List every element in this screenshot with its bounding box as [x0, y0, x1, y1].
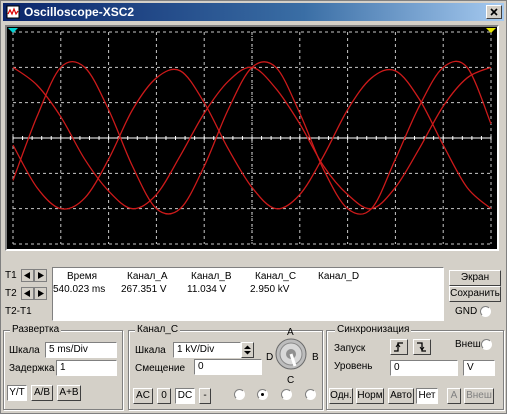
readout-value-time: 540.023 ms	[53, 284, 106, 295]
close-button[interactable]	[486, 5, 502, 19]
external-trigger-label: Внеш	[455, 339, 481, 350]
channel-selector-knob[interactable]	[274, 337, 308, 371]
cursor-t1-marker	[8, 28, 18, 33]
cursor-t2: T2	[3, 287, 50, 301]
knob-label-c: C	[287, 375, 295, 386]
reverse-button[interactable]: Экран	[449, 270, 501, 286]
coupling-ac-button[interactable]: AC	[133, 388, 153, 404]
channel-title: Канал_C	[135, 324, 181, 335]
trigger-single-button[interactable]: Одн.	[329, 388, 353, 404]
readout-header-channel-a: Канал_A	[127, 271, 168, 282]
trigger-normal-button[interactable]: Норм	[356, 388, 384, 404]
cursor-t2-t1-label: T2-T1	[5, 306, 32, 317]
timebase-scale-field[interactable]: 5 ms/Div	[45, 342, 117, 358]
external-trigger-terminal[interactable]	[481, 339, 492, 350]
timebase-scale-label: Шкала	[9, 345, 40, 356]
readout-value-channel-a: 267.351 V	[121, 284, 167, 295]
timebase-group: Развертка Шкала 5 ms/Div Задержка 1 Y/T …	[3, 324, 123, 410]
trigger-edge-label: Запуск	[334, 343, 366, 354]
rising-edge-icon	[394, 342, 403, 352]
title-bar[interactable]: Oscilloscope-XSC2	[3, 3, 504, 21]
window-title: Oscilloscope-XSC2	[24, 5, 135, 19]
channel-offset-field[interactable]: 0	[194, 359, 262, 375]
trigger-source-external-button[interactable]: Внеш	[464, 388, 494, 404]
trigger-group: Синхронизация Запуск Внеш Уровень 0 V Од…	[326, 324, 504, 410]
trigger-level-field[interactable]: 0	[390, 360, 458, 376]
mode-yt-button[interactable]: Y/T	[7, 385, 27, 401]
timebase-delay-field[interactable]: 1	[56, 360, 117, 376]
coupling-dc-button[interactable]: DC	[175, 388, 195, 404]
cursor-t1: T1	[3, 269, 50, 283]
knob-label-b: B	[312, 352, 319, 363]
channel-offset-label: Смещение	[135, 363, 186, 374]
timebase-delay-label: Задержка	[9, 363, 55, 374]
coupling-zero-button[interactable]: 0	[157, 388, 171, 404]
knob-label-d: D	[266, 352, 274, 363]
readout-header-channel-d: Канал_D	[318, 271, 360, 282]
channel-group: Канал_C Шкала 1 kV/Div Смещение 0 AC 0 D…	[128, 324, 323, 410]
falling-edge-icon	[417, 342, 426, 352]
channel-scale-label: Шкала	[135, 345, 166, 356]
cursor-t2-arrows[interactable]	[21, 287, 47, 300]
arrow-down-icon	[244, 351, 251, 355]
oscilloscope-icon	[6, 5, 20, 19]
cursor-t1-label: T1	[5, 270, 17, 281]
trigger-source-a-button[interactable]: A	[447, 388, 461, 404]
channel-scale-field[interactable]: 1 kV/Div	[173, 342, 241, 358]
trigger-title: Синхронизация	[335, 324, 412, 335]
trigger-auto-button[interactable]: Авто	[388, 388, 414, 404]
save-button[interactable]: Сохранить	[449, 286, 501, 302]
readout-value-channel-b: 11.034 V	[187, 284, 227, 295]
timebase-title: Развертка	[10, 324, 62, 335]
mode-ab-button[interactable]: A/B	[31, 385, 53, 401]
falling-edge-button[interactable]	[413, 339, 431, 355]
channel-c-indicator[interactable]	[281, 389, 292, 400]
channel-scale-spinner[interactable]	[241, 342, 254, 358]
gnd-label: GND	[455, 306, 478, 317]
readout-header-channel-b: Канал_B	[191, 271, 232, 282]
oscilloscope-window: Oscilloscope-XSC2 T1 T2 T2-T1 Время Кана…	[0, 0, 507, 414]
close-icon	[490, 8, 498, 16]
readout-value-channel-c: 2.950 kV	[250, 284, 290, 295]
channel-b-indicator[interactable]	[257, 389, 268, 400]
rising-edge-button[interactable]	[390, 339, 408, 355]
trigger-level-label: Уровень	[334, 361, 373, 372]
readout-header-channel-c: Канал_C	[255, 271, 297, 282]
readout-header-time: Время	[67, 271, 98, 282]
arrow-up-icon	[244, 345, 251, 349]
mode-a-plus-b-button[interactable]: A+B	[57, 385, 81, 401]
gnd-terminal[interactable]	[480, 306, 491, 317]
oscilloscope-screen	[5, 25, 499, 251]
channel-d-indicator[interactable]	[305, 389, 316, 400]
cursor-t2-t1: T2-T1	[3, 305, 50, 319]
cursor-t1-arrows[interactable]	[21, 269, 47, 282]
trigger-none-button[interactable]: Нет	[416, 388, 438, 404]
channel-a-indicator[interactable]	[234, 389, 245, 400]
trigger-level-unit[interactable]: V	[463, 360, 495, 376]
measurement-readout: Время Канал_A Канал_B Канал_C Канал_D 54…	[52, 267, 444, 321]
cursor-t2-label: T2	[5, 288, 17, 299]
cursor-controls: T1 T2 T2-T1	[3, 267, 50, 323]
coupling-minus-button[interactable]: -	[199, 388, 211, 404]
